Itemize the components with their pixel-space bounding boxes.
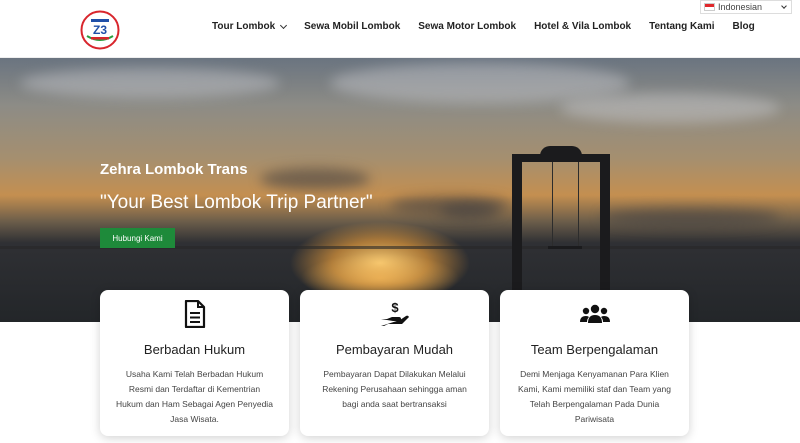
svg-text:$: $ bbox=[391, 300, 399, 315]
nav-label: Sewa Motor Lombok bbox=[418, 21, 517, 32]
language-label: Indonesian bbox=[718, 2, 763, 12]
feature-description: Usaha Kami Telah Berbadan Hukum Resmi da… bbox=[116, 369, 273, 424]
nav-sewa-motor-lombok[interactable]: Sewa Motor Lombok bbox=[418, 21, 516, 32]
cloud-decoration bbox=[560, 93, 780, 123]
hero-subtitle: Zehra Lombok Trans bbox=[100, 161, 248, 178]
feature-title: Team Berpengalaman bbox=[530, 342, 659, 357]
cloud-decoration bbox=[600, 208, 780, 226]
nav-tour-lombok[interactable]: Tour Lombok bbox=[212, 21, 288, 32]
site-logo[interactable]: Z3 bbox=[80, 10, 120, 50]
users-icon bbox=[500, 300, 689, 328]
swing-rope bbox=[552, 162, 553, 247]
nav-label: Blog bbox=[732, 21, 755, 32]
indonesia-flag-icon bbox=[704, 3, 715, 11]
nav-label: Sewa Mobil Lombok bbox=[304, 21, 401, 32]
feature-description: Demi Menjaga Kenyamanan Para Klien Kami,… bbox=[518, 369, 671, 424]
nav-tentang-kami[interactable]: Tentang Kami bbox=[649, 21, 714, 32]
feature-card-legal: Berbadan Hukum Usaha Kami Telah Berbadan… bbox=[100, 290, 289, 436]
language-select[interactable]: Indonesian bbox=[700, 0, 792, 14]
feature-card-team: Team Berpengalaman Demi Menjaga Kenyaman… bbox=[500, 290, 689, 436]
chevron-down-icon bbox=[280, 21, 288, 29]
nav-label: Hotel & Vila Lombok bbox=[534, 21, 632, 32]
contact-us-button[interactable]: Hubungi Kami bbox=[100, 228, 175, 248]
feature-cards: Berbadan Hukum Usaha Kami Telah Berbadan… bbox=[100, 290, 689, 436]
nav-label: Tour Lombok bbox=[212, 21, 276, 32]
main-nav: Tour Lombok Sewa Mobil Lombok Sewa Motor… bbox=[212, 21, 755, 32]
swing-rope bbox=[578, 162, 579, 247]
feature-title: Berbadan Hukum bbox=[143, 342, 246, 357]
feature-card-payment: $ Pembayaran Mudah Pembayaran Dapat Dila… bbox=[300, 290, 489, 436]
svg-text:Z3: Z3 bbox=[93, 23, 107, 37]
nav-label: Tentang Kami bbox=[649, 21, 715, 32]
feature-title: Pembayaran Mudah bbox=[335, 342, 454, 357]
feature-description: Pembayaran Dapat Dilakukan Melalui Reken… bbox=[322, 369, 467, 409]
nav-hotel-vila-lombok[interactable]: Hotel & Vila Lombok bbox=[534, 21, 631, 32]
hand-dollar-icon: $ bbox=[300, 300, 489, 328]
cloud-decoration bbox=[440, 203, 500, 219]
zehra-lombok-trans-logo: Z3 bbox=[80, 10, 120, 50]
document-icon bbox=[100, 300, 289, 328]
swing-seat bbox=[548, 246, 582, 249]
hero-banner: Zehra Lombok Trans "Your Best Lombok Tri… bbox=[0, 58, 800, 322]
chevron-down-icon bbox=[781, 2, 787, 9]
site-header: Z3 Tour Lombok Sewa Mobil Lombok Sewa Mo… bbox=[0, 0, 800, 58]
nav-blog[interactable]: Blog bbox=[733, 21, 755, 32]
nav-sewa-mobil-lombok[interactable]: Sewa Mobil Lombok bbox=[304, 21, 400, 32]
cloud-decoration bbox=[330, 63, 630, 103]
hero-title: "Your Best Lombok Trip Partner" bbox=[100, 192, 373, 213]
cloud-decoration bbox=[20, 68, 280, 98]
swing-arch bbox=[540, 146, 582, 156]
cloud-decoration bbox=[260, 168, 370, 190]
